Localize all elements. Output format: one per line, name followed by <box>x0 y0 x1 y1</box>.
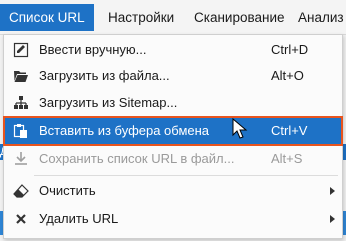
menu-item-label: Загрузить из файла... <box>39 68 170 83</box>
background-fragment-text: Да <box>0 146 3 158</box>
menu-item-load-sitemap[interactable]: Загрузить из Sitemap... <box>5 90 341 116</box>
menu-item-label: Сохранить список URL в файл... <box>39 151 235 166</box>
menu-analysis[interactable]: Анализ <box>298 4 344 31</box>
menu-item-shortcut: Alt+O <box>271 68 304 83</box>
menu-list-url[interactable]: Список URL <box>0 4 94 31</box>
menu-item-label: Очистить <box>39 183 96 198</box>
mouse-cursor-icon <box>232 118 248 139</box>
folder-open-icon <box>14 71 28 82</box>
submenu-arrow-icon <box>330 215 335 223</box>
paste-icon <box>13 124 27 138</box>
menu-item-shortcut: Ctrl+D <box>271 42 309 57</box>
menu-item-clear[interactable]: Очистить <box>5 178 341 204</box>
menu-item-load-file[interactable]: Загрузить из файла... Alt+O <box>5 63 341 89</box>
menu-item-delete-url[interactable]: Удалить URL <box>5 206 341 232</box>
menu-item-label: Загрузить из Sitemap... <box>39 95 178 110</box>
sitemap-icon <box>14 96 28 109</box>
menu-separator <box>34 175 338 176</box>
menu-bar: Список URL Настройки Сканирование Анализ <box>0 0 346 35</box>
menu-item-label: Вставить из буфера обмена <box>39 123 210 138</box>
submenu-arrow-icon <box>330 187 335 195</box>
menu-item-label: Ввести вручную... <box>39 42 147 57</box>
menu-item-paste-clipboard[interactable]: Вставить из буфера обмена Ctrl+V <box>3 116 343 146</box>
delete-icon <box>16 214 26 224</box>
eraser-icon <box>13 184 29 198</box>
menu-item-save-list[interactable]: Сохранить список URL в файл... Alt+S <box>5 146 341 172</box>
menu-item-shortcut: Ctrl+V <box>271 123 308 138</box>
list-url-dropdown: Ввести вручную... Ctrl+D Загрузить из фа… <box>3 34 343 239</box>
menu-settings[interactable]: Настройки <box>108 4 174 31</box>
edit-icon <box>13 42 29 58</box>
download-icon <box>15 152 27 165</box>
menu-item-shortcut: Alt+S <box>271 151 303 166</box>
menu-item-label: Удалить URL <box>39 211 119 226</box>
menu-scanning[interactable]: Сканирование <box>194 4 285 31</box>
menu-item-enter-manually[interactable]: Ввести вручную... Ctrl+D <box>5 37 341 63</box>
